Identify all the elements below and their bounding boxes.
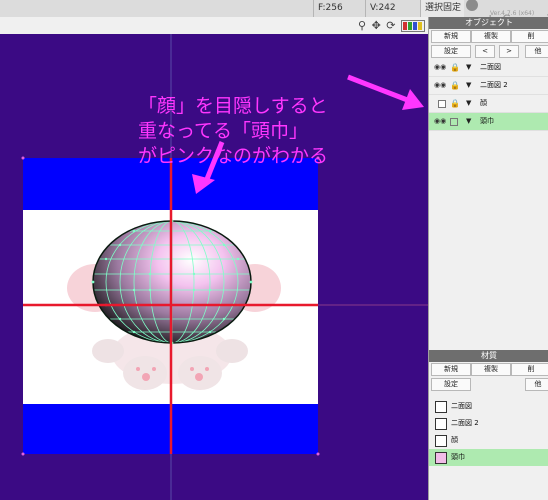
new-object-button[interactable]: 新規 [431, 30, 471, 43]
object-name: 二面図 2 [480, 81, 508, 89]
bear-foot-right [178, 356, 222, 390]
color-swatch [418, 22, 422, 30]
object-settings-button[interactable]: 設定 [431, 45, 471, 58]
bear-arm-right [216, 339, 248, 363]
object-prev-button[interactable]: < [475, 45, 495, 58]
color-swatch [403, 22, 407, 30]
hidden-checkbox-icon[interactable] [438, 100, 446, 108]
material-button-row-2: 設定 他 [429, 377, 548, 392]
3d-viewport[interactable]: 「顔」を目隠しすると 重なってる「頭巾」 がピンクなのがわかる [0, 34, 428, 500]
bbox-handle[interactable] [21, 156, 25, 160]
material-button-row: 新規 複製 削 [429, 362, 548, 377]
bear-arm-left [92, 339, 124, 363]
bear-toe [152, 367, 156, 371]
material-panel: 材質 新規 複製 削 設定 他 二面図 二面図 2 顔 頭巾 [429, 350, 548, 500]
logo-icon [466, 0, 478, 11]
visibility-eye-icon[interactable]: ◉◉ [434, 77, 446, 94]
object-list: ◉◉ 🔒 ▼ 二面図 ◉◉ 🔒 ▼ 二面図 2 🔒 ▼ 顔 ◉◉ ▼ 頭巾 [429, 59, 548, 131]
material-name: 顔 [451, 436, 458, 444]
material-row-selected[interactable]: 頭巾 [429, 449, 548, 466]
expand-triangle-icon[interactable]: ▼ [466, 59, 471, 76]
material-more-button[interactable]: 他 [525, 378, 548, 391]
object-name: 顔 [480, 99, 487, 107]
material-name: 頭巾 [451, 453, 465, 461]
color-swatch [413, 22, 417, 30]
lock-icon[interactable]: 🔒 [450, 59, 460, 76]
object-next-button[interactable]: > [499, 45, 519, 58]
delete-material-button[interactable]: 削 [511, 363, 548, 376]
rotate-icon[interactable]: ⟳ [386, 19, 396, 32]
object-more-button[interactable]: 他 [525, 45, 548, 58]
object-button-row-2: 設定 < > 他 [429, 44, 548, 59]
material-panel-title: 材質 [429, 350, 548, 362]
bear-pad-left [142, 373, 150, 381]
unlock-checkbox-icon[interactable] [450, 118, 458, 126]
bear-toe [190, 367, 194, 371]
expand-triangle-icon[interactable]: ▼ [466, 113, 471, 130]
material-settings-button[interactable]: 設定 [431, 378, 471, 391]
object-name: 頭巾 [480, 117, 494, 125]
material-swatch [435, 435, 447, 447]
object-row-nimenzu[interactable]: ◉◉ 🔒 ▼ 二面図 [429, 59, 548, 77]
status-bar: F:256 V:242 選択固定 metaSequoi Ver.4.7.6 (x… [0, 0, 548, 29]
bear-toe [136, 367, 140, 371]
material-name: 二面図 [451, 402, 472, 410]
color-swatch [408, 22, 412, 30]
bear-pad-right [195, 373, 203, 381]
visibility-eye-icon[interactable]: ◉◉ [434, 59, 446, 76]
bear-foot-left [123, 356, 167, 390]
annotation-line: 「顔」を目隠しすると [138, 95, 328, 117]
bbox-handle[interactable] [316, 452, 320, 456]
bbox-handle[interactable] [21, 452, 25, 456]
arrow-right [347, 74, 411, 104]
duplicate-material-button[interactable]: 複製 [471, 363, 511, 376]
annotation-line: 重なってる「頭巾」 [138, 120, 309, 142]
object-row-hood[interactable]: ◉◉ ▼ 頭巾 [429, 113, 548, 131]
visibility-eye-icon[interactable]: ◉◉ [434, 113, 446, 130]
material-row[interactable]: 二面図 2 [429, 415, 548, 432]
delete-object-button[interactable]: 削 [511, 30, 548, 43]
material-swatch [435, 418, 447, 430]
side-panel: オブジェクト 新規 複製 削 設定 < > 他 ◉◉ 🔒 ▼ 二面図 ◉◉ 🔒 … [428, 17, 548, 500]
object-name: 二面図 [480, 63, 501, 71]
annotation-text: 「顔」を目隠しすると 重なってる「頭巾」 がピンクなのがわかる [138, 94, 328, 169]
material-name: 二面図 2 [451, 419, 479, 427]
annotation-line: がピンクなのがわかる [138, 145, 329, 167]
object-panel-title: オブジェクト [429, 17, 548, 29]
material-row[interactable]: 二面図 [429, 398, 548, 415]
object-row-face[interactable]: 🔒 ▼ 顔 [429, 95, 548, 113]
lock-icon[interactable]: 🔒 [450, 95, 460, 112]
material-row[interactable]: 顔 [429, 432, 548, 449]
lock-icon[interactable]: 🔒 [450, 77, 460, 94]
material-swatch [435, 452, 447, 464]
swatch-icon[interactable] [401, 20, 425, 32]
view-tool-group: ⚲ ✥ ⟳ [358, 17, 425, 34]
object-button-row: 新規 複製 削 [429, 29, 548, 44]
material-swatch [435, 401, 447, 413]
app-version: Ver.4.7.6 (x64) [490, 10, 535, 17]
selection-lock-button[interactable]: 選択固定 [420, 0, 464, 17]
duplicate-object-button[interactable]: 複製 [471, 30, 511, 43]
expand-triangle-icon[interactable]: ▼ [466, 77, 471, 94]
object-row-nimenzu-2[interactable]: ◉◉ 🔒 ▼ 二面図 2 [429, 77, 548, 95]
vertex-count-readout: V:242 [365, 0, 420, 17]
move-icon[interactable]: ✥ [372, 19, 382, 32]
magnifier-icon[interactable]: ⚲ [358, 19, 367, 32]
face-count-readout: F:256 [313, 0, 365, 17]
new-material-button[interactable]: 新規 [431, 363, 471, 376]
expand-triangle-icon[interactable]: ▼ [466, 95, 471, 112]
bear-toe [205, 367, 209, 371]
